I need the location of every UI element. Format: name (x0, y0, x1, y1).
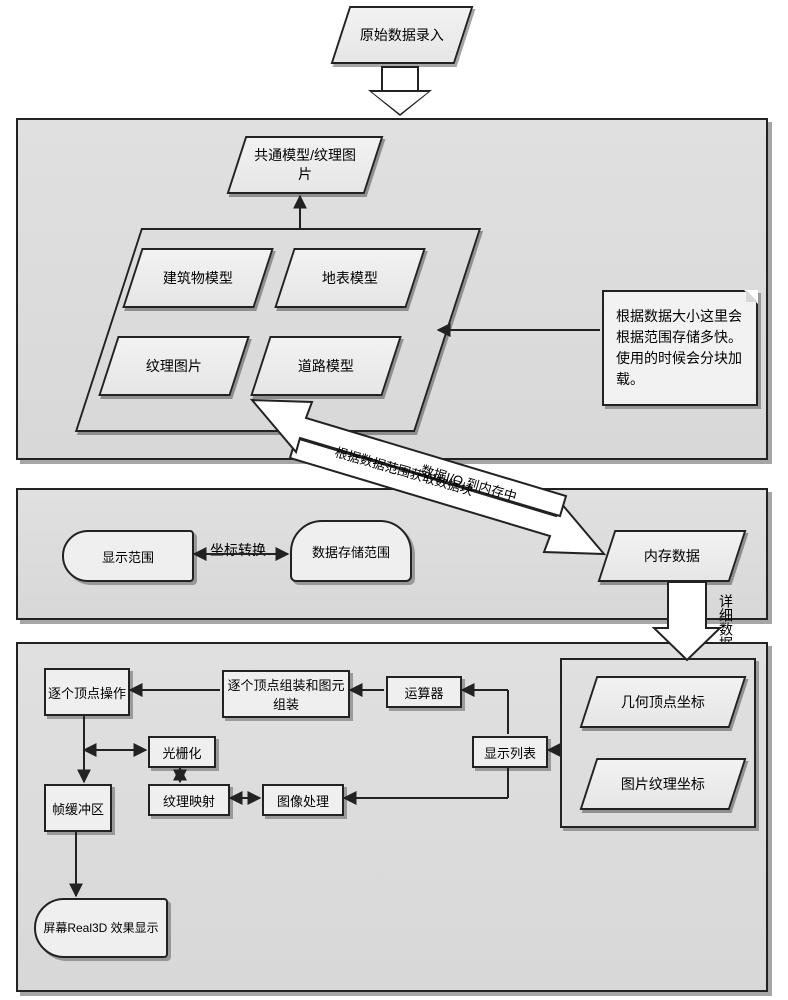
building-model: 建筑物模型 (122, 248, 273, 308)
texture-image: 纹理图片 (98, 336, 249, 396)
per-vertex-op: 逐个顶点操作 (44, 668, 130, 716)
storage-note: 根据数据大小这里会根据范围存储多快。使用的时候会分块加载。 (602, 290, 758, 406)
framebuffer-label: 帧缓冲区 (52, 799, 104, 818)
display-range-label: 显示范围 (102, 547, 154, 566)
rasterize: 光栅化 (148, 736, 216, 768)
image-processing-label: 图像处理 (277, 791, 329, 810)
rasterize-label: 光栅化 (162, 743, 201, 762)
image-processing: 图像处理 (262, 784, 344, 816)
terrain-model-label: 地表模型 (312, 269, 388, 288)
road-model-label: 道路模型 (288, 357, 364, 376)
image-texture-coords: 图片纹理坐标 (580, 758, 747, 810)
vertex-assembly-label: 逐个顶点组装和图元组装 (224, 675, 348, 713)
screen-display: 屏幕Real3D 效果显示 (34, 898, 168, 958)
calculator: 运算器 (386, 676, 462, 708)
texture-mapping: 纹理映射 (148, 784, 230, 816)
display-list: 显示列表 (472, 736, 548, 768)
storage-note-text: 根据数据大小这里会根据范围存储多快。使用的时候会分块加载。 (616, 308, 742, 387)
framebuffer: 帧缓冲区 (44, 784, 112, 832)
data-storage-range: 数据存储范围 (290, 520, 412, 582)
display-list-label: 显示列表 (484, 743, 536, 762)
common-model-texture: 共通模型/纹理图片 (227, 136, 384, 194)
memory-data: 内存数据 (598, 530, 747, 582)
memory-data-label: 内存数据 (634, 547, 710, 566)
image-texture-coords-label: 图片纹理坐标 (611, 775, 715, 794)
coord-transform-label: 坐标转换 (210, 540, 266, 560)
display-range: 显示范围 (62, 530, 194, 582)
data-storage-range-label: 数据存储范围 (312, 542, 390, 561)
arrow-input-to-storage (364, 66, 436, 118)
per-vertex-op-label: 逐个顶点操作 (48, 683, 126, 702)
calculator-label: 运算器 (404, 683, 443, 702)
texture-image-label: 纹理图片 (136, 357, 212, 376)
common-model-texture-label: 共通模型/纹理图片 (238, 146, 372, 184)
geometry-vertex-coords: 几何顶点坐标 (580, 676, 747, 728)
road-model: 道路模型 (250, 336, 401, 396)
geometry-vertex-coords-label: 几何顶点坐标 (611, 693, 715, 712)
screen-display-label: 屏幕Real3D 效果显示 (43, 920, 158, 936)
raw-data-input: 原始数据录入 (331, 6, 474, 64)
texture-mapping-label: 纹理映射 (163, 791, 215, 810)
terrain-model: 地表模型 (274, 248, 425, 308)
raw-data-input-label: 原始数据录入 (350, 26, 454, 45)
vertex-assembly: 逐个顶点组装和图元组装 (222, 670, 350, 718)
building-model-label: 建筑物模型 (153, 269, 243, 288)
